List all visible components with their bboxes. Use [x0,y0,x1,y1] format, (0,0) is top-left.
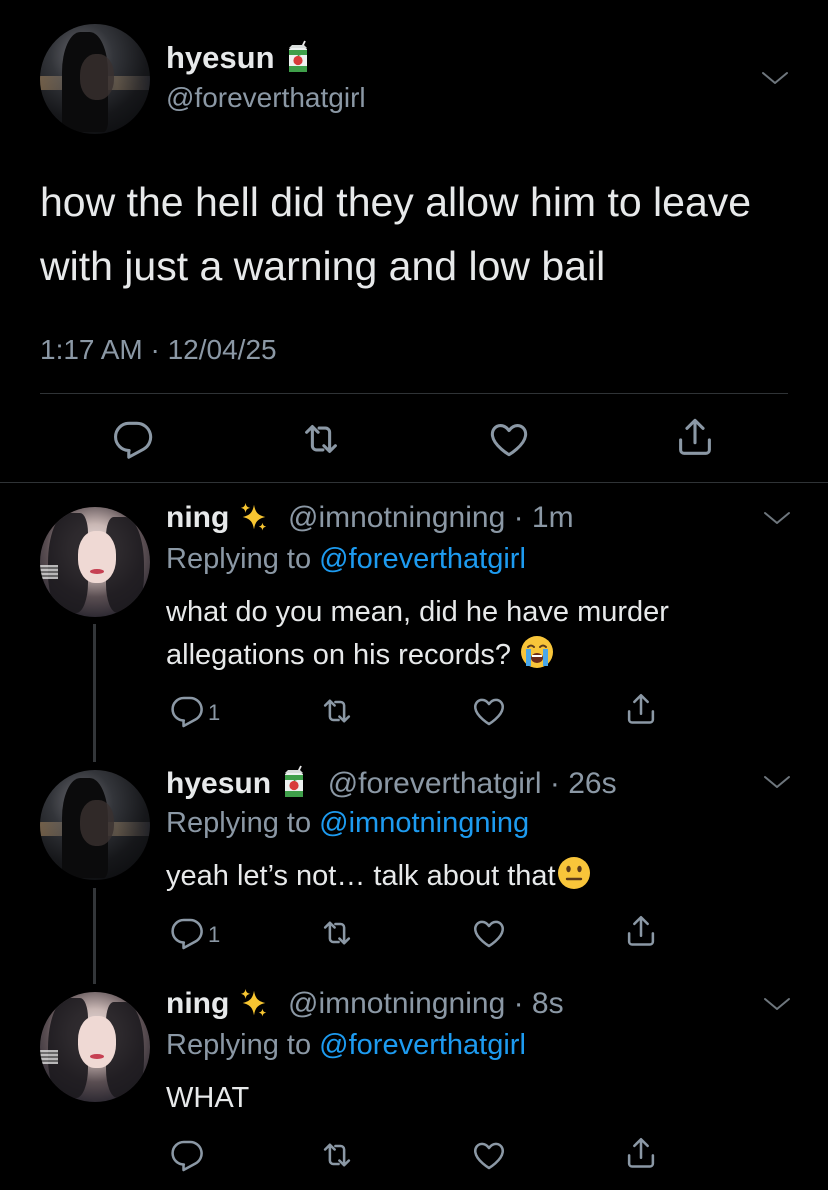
replying-to-link[interactable]: @imnotningning [319,807,529,839]
replying-to-link[interactable]: @foreverthatgirl [319,543,526,575]
retweet-icon[interactable] [318,692,356,730]
neutral-face-icon [556,855,592,891]
replying-prefix: Replying to [166,807,320,839]
retweet-icon[interactable] [318,1136,356,1174]
sparkles-icon [238,501,270,533]
share-icon[interactable] [622,1134,660,1172]
like-icon[interactable] [486,416,532,462]
main-tweet-handle[interactable]: @foreverthatgirl [166,82,366,114]
avatar-ning[interactable] [40,507,150,617]
author-handle-time[interactable]: @imnotningning · 8s [288,987,564,1020]
reply-3-text: WHAT [166,1082,250,1114]
juice-box-icon [279,765,309,799]
replying-to: Replying to @foreverthatgirl [166,543,526,576]
reply-count: 1 [208,700,221,725]
reply-icon[interactable] [110,416,156,462]
reply-2-text: yeah let’s not… talk about that [166,855,806,898]
author-handle-time[interactable]: @imnotningning · 1m [288,501,574,534]
replying-prefix: Replying to [166,543,320,575]
chevron-down-icon[interactable] [762,508,792,528]
replying-to-link[interactable]: @foreverthatgirl [319,1029,526,1061]
reply-2-header: hyesun @foreverthatgirl · 26s [166,765,617,801]
divider [40,393,788,394]
author-name[interactable]: ning [166,501,229,534]
share-icon[interactable] [672,414,718,460]
reply-1-text: what do you mean, did he have murder all… [166,591,806,677]
reply-icon[interactable] [168,692,206,730]
reply-1-header: ning @imnotningning · 1m [166,501,574,535]
author-handle-time[interactable]: @foreverthatgirl · 26s [328,767,617,800]
sparkles-icon [238,987,270,1019]
main-tweet-author[interactable]: hyesun [166,40,313,76]
share-icon[interactable] [622,912,660,950]
chevron-down-icon[interactable] [762,994,792,1014]
reply-count: 1 [208,922,221,947]
chevron-down-icon[interactable] [762,772,792,792]
crying-face-icon [519,634,555,670]
replying-to: Replying to @foreverthatgirl [166,1029,526,1062]
like-icon[interactable] [470,1136,508,1174]
divider [0,482,828,483]
reply-icon[interactable] [168,914,206,952]
like-icon[interactable] [470,692,508,730]
share-icon[interactable] [622,690,660,728]
reply-text: what do you mean, did he have murder all… [166,596,669,671]
retweet-icon[interactable] [298,416,344,462]
reply-3-header: ning @imnotningning · 8s [166,987,564,1021]
replying-to: Replying to @imnotningning [166,807,529,840]
author-name: hyesun [166,40,275,75]
thread-line [93,624,96,762]
author-name[interactable]: ning [166,987,229,1020]
avatar-ning[interactable] [40,992,150,1102]
chevron-down-icon[interactable] [760,68,790,88]
like-icon[interactable] [470,914,508,952]
thread-line [93,888,96,984]
avatar-hyesun[interactable] [40,770,150,880]
replying-prefix: Replying to [166,1029,320,1061]
reply-text: yeah let’s not… talk about that [166,860,556,892]
avatar-hyesun[interactable] [40,24,150,134]
author-name[interactable]: hyesun [166,767,271,800]
main-tweet-timestamp[interactable]: 1:17 AM · 12/04/25 [40,334,277,366]
juice-box-icon [283,40,313,74]
retweet-icon[interactable] [318,914,356,952]
main-tweet-text: how the hell did they allow him to leave… [40,179,752,289]
reply-icon[interactable] [168,1136,206,1174]
